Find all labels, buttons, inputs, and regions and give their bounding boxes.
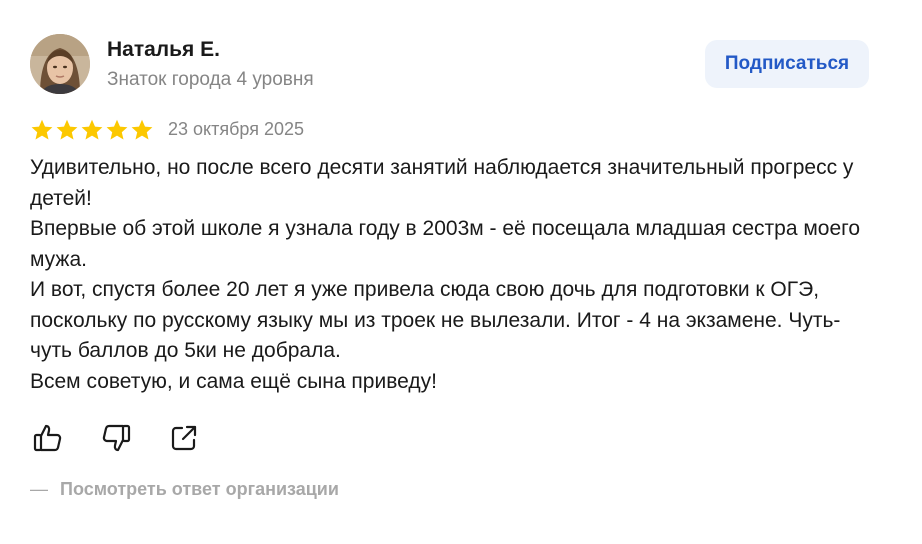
author-avatar[interactable] <box>30 34 90 94</box>
review-paragraph: Удивительно, но после всего десяти занят… <box>30 156 854 210</box>
review-text: Удивительно, но после всего десяти занят… <box>30 153 880 397</box>
thumbs-up-icon <box>33 424 62 452</box>
author-level: Знаток города 4 уровня <box>107 69 314 90</box>
author-name[interactable]: Наталья Е. <box>107 38 220 62</box>
view-org-reply-link[interactable]: — Посмотреть ответ организации <box>30 479 339 500</box>
dislike-button[interactable] <box>98 420 134 456</box>
rating-stars <box>30 118 154 142</box>
review-actions <box>30 420 202 456</box>
review-date: 23 октября 2025 <box>168 119 305 139</box>
subscribe-button[interactable]: Подписаться <box>705 40 869 88</box>
thumbs-down-icon <box>102 424 131 452</box>
org-reply-label: Посмотреть ответ организации <box>60 479 339 499</box>
avatar-photo <box>30 34 90 94</box>
star-icon <box>31 119 53 140</box>
review-paragraph: Всем советую, и сама ещё сына приведу! <box>30 369 437 393</box>
review-paragraph: И вот, спустя более 20 лет я уже привела… <box>30 278 841 362</box>
star-icon <box>56 119 78 140</box>
share-button[interactable] <box>166 420 202 456</box>
review-paragraph: Впервые об этой школе я узнала году в 20… <box>30 217 861 271</box>
org-reply-dash: — <box>30 479 48 499</box>
star-icon <box>81 119 103 140</box>
star-icon <box>106 119 128 140</box>
like-button[interactable] <box>30 420 66 456</box>
share-icon <box>171 425 197 451</box>
star-icon <box>131 119 153 140</box>
